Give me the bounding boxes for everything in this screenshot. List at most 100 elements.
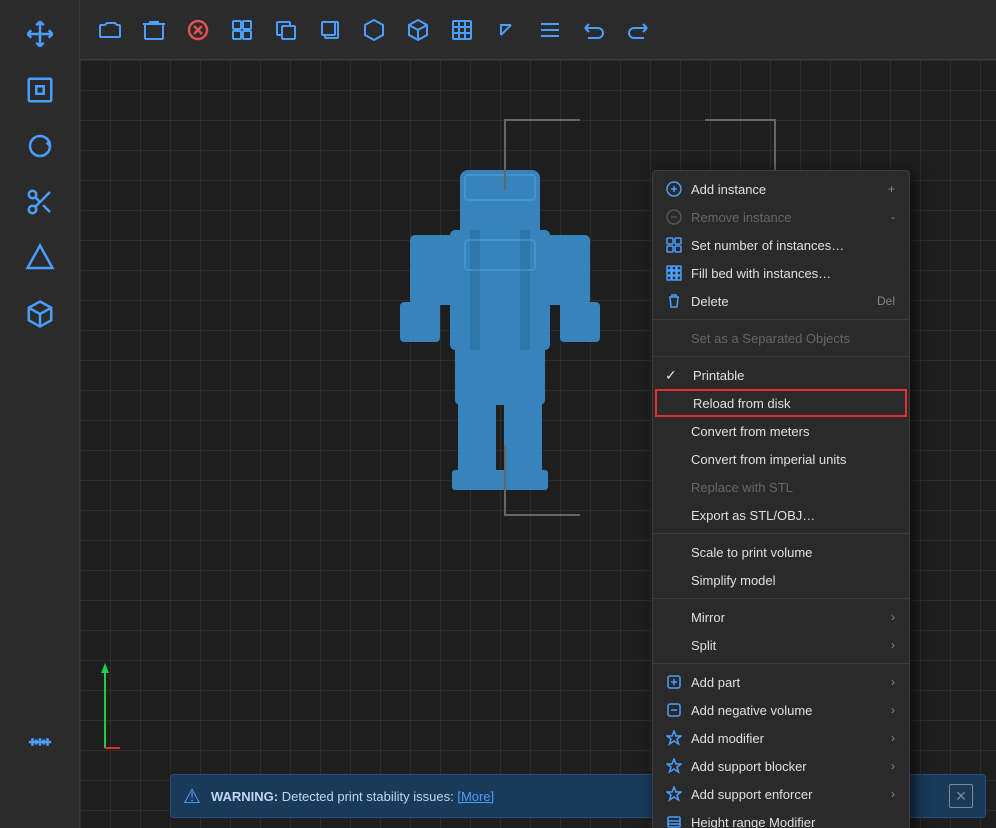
menu-delete-label: Delete	[691, 294, 869, 309]
sidebar-move-tool[interactable]	[14, 8, 66, 60]
menu-reload-label: Reload from disk	[693, 396, 893, 411]
scale-print-spacer	[665, 543, 683, 561]
replace-stl-spacer	[665, 478, 683, 496]
sidebar-rotate-tool[interactable]	[14, 120, 66, 172]
menu-convert-meters-label: Convert from meters	[691, 424, 895, 439]
toolbar-undo-btn[interactable]	[576, 12, 612, 48]
warning-title: WARNING:	[211, 789, 278, 804]
menu-add-modifier-label: Add modifier	[691, 731, 883, 746]
separator-4	[653, 598, 909, 599]
convert-meters-spacer	[665, 422, 683, 440]
toolbar-open-btn[interactable]	[92, 12, 128, 48]
sidebar-object-tool[interactable]	[14, 288, 66, 340]
menu-convert-imperial[interactable]: Convert from imperial units	[653, 445, 909, 473]
menu-set-number-label: Set number of instances…	[691, 238, 895, 253]
toolbar-3d-view-btn[interactable]	[356, 12, 392, 48]
menu-mirror-label: Mirror	[691, 610, 883, 625]
separator-2	[653, 356, 909, 357]
menu-replace-stl-label: Replace with STL	[691, 480, 895, 495]
menu-remove-instance[interactable]: Remove instance -	[653, 203, 909, 231]
canvas-area: Add instance + Remove instance - Set num…	[80, 60, 996, 828]
menu-set-separated-label: Set as a Separated Objects	[691, 331, 895, 346]
sidebar-shape-tool[interactable]	[14, 232, 66, 284]
add-modifier-arrow: ›	[891, 731, 895, 745]
add-part-icon	[665, 673, 683, 691]
toolbar-arrows-btn[interactable]	[488, 12, 524, 48]
toolbar-arrange-btn[interactable]	[224, 12, 260, 48]
menu-add-support-enforcer[interactable]: Add support enforcer ›	[653, 780, 909, 808]
menu-mirror[interactable]: Mirror ›	[653, 603, 909, 631]
menu-split-label: Split	[691, 638, 883, 653]
add-instance-shortcut: +	[888, 182, 895, 196]
menu-add-instance-label: Add instance	[691, 182, 880, 197]
add-modifier-icon	[665, 729, 683, 747]
split-arrow: ›	[891, 638, 895, 652]
toolbar-redo-btn[interactable]	[620, 12, 656, 48]
guide-bracket-bottom-left	[500, 440, 600, 520]
menu-printable[interactable]: ✓ Printable	[653, 361, 909, 389]
sidebar-scale-tool[interactable]	[14, 64, 66, 116]
menu-add-negative-label: Add negative volume	[691, 703, 883, 718]
menu-add-modifier[interactable]: Add modifier ›	[653, 724, 909, 752]
menu-replace-stl[interactable]: Replace with STL	[653, 473, 909, 501]
separator-5	[653, 663, 909, 664]
add-instance-icon	[665, 180, 683, 198]
height-range-icon	[665, 813, 683, 828]
menu-delete[interactable]: Delete Del	[653, 287, 909, 315]
menu-add-part-label: Add part	[691, 675, 883, 690]
warning-link[interactable]: [More]	[457, 789, 494, 804]
separator-1	[653, 319, 909, 320]
sidebar-cut-tool[interactable]	[14, 176, 66, 228]
menu-add-support-blocker[interactable]: Add support blocker ›	[653, 752, 909, 780]
menu-convert-meters[interactable]: Convert from meters	[653, 417, 909, 445]
warning-close-btn[interactable]: ×	[949, 784, 973, 808]
warning-message: Detected print stability issues:	[282, 789, 454, 804]
menu-add-support-blocker-label: Add support blocker	[691, 759, 883, 774]
remove-instance-icon	[665, 208, 683, 226]
fill-bed-icon	[665, 264, 683, 282]
add-support-enforcer-icon	[665, 785, 683, 803]
toolbar-fit-btn[interactable]	[444, 12, 480, 48]
menu-export-stl[interactable]: Export as STL/OBJ…	[653, 501, 909, 529]
menu-reload-from-disk[interactable]: Reload from disk	[655, 389, 907, 417]
menu-add-part[interactable]: Add part ›	[653, 668, 909, 696]
menu-height-range[interactable]: Height range Modifier	[653, 808, 909, 828]
separator-3	[653, 533, 909, 534]
delete-shortcut: Del	[877, 294, 895, 308]
menu-scale-print-label: Scale to print volume	[691, 545, 895, 560]
add-negative-arrow: ›	[891, 703, 895, 717]
menu-set-number[interactable]: Set number of instances…	[653, 231, 909, 259]
toolbar-slice-btn[interactable]	[400, 12, 436, 48]
set-separated-spacer	[665, 329, 683, 347]
menu-scale-print[interactable]: Scale to print volume	[653, 538, 909, 566]
menu-printable-label: Printable	[689, 368, 895, 383]
delete-icon	[665, 292, 683, 310]
toolbar-copy-btn[interactable]	[268, 12, 304, 48]
add-negative-icon	[665, 701, 683, 719]
menu-fill-bed-label: Fill bed with instances…	[691, 266, 895, 281]
toolbar-close-btn[interactable]	[180, 12, 216, 48]
convert-imperial-spacer	[665, 450, 683, 468]
simplify-spacer	[665, 571, 683, 589]
menu-simplify[interactable]: Simplify model	[653, 566, 909, 594]
menu-add-negative[interactable]: Add negative volume ›	[653, 696, 909, 724]
menu-fill-bed[interactable]: Fill bed with instances…	[653, 259, 909, 287]
menu-add-instance[interactable]: Add instance +	[653, 175, 909, 203]
toolbar-paste-btn[interactable]	[312, 12, 348, 48]
reload-spacer	[667, 394, 685, 412]
add-support-enforcer-arrow: ›	[891, 787, 895, 801]
menu-add-support-enforcer-label: Add support enforcer	[691, 787, 883, 802]
printable-check: ✓	[665, 367, 681, 384]
menu-export-stl-label: Export as STL/OBJ…	[691, 508, 895, 523]
menu-simplify-label: Simplify model	[691, 573, 895, 588]
menu-split[interactable]: Split ›	[653, 631, 909, 659]
toolbar-delete-btn[interactable]	[136, 12, 172, 48]
toolbar-layers-btn[interactable]	[532, 12, 568, 48]
add-support-blocker-arrow: ›	[891, 759, 895, 773]
warning-icon: ⚠	[183, 784, 201, 809]
add-part-arrow: ›	[891, 675, 895, 689]
mirror-spacer	[665, 608, 683, 626]
sidebar-ruler-tool[interactable]	[14, 716, 66, 768]
axis-indicator	[90, 658, 120, 758]
menu-set-separated[interactable]: Set as a Separated Objects	[653, 324, 909, 352]
